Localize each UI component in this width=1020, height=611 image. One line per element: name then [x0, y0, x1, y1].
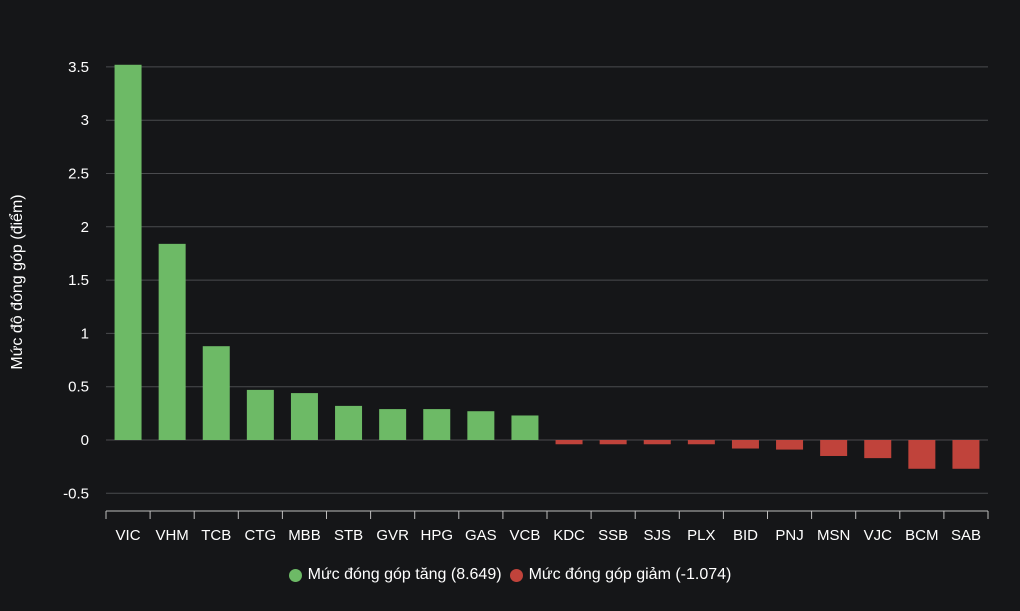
bar-ctg[interactable] [246, 389, 274, 440]
contribution-bar-chart: -0.5 0 0.5 1 1.5 2 2.5 3 3.5 VIC VHM TCB CTG MBB STB G… [8, 59, 989, 544]
bar-mbb[interactable] [290, 393, 318, 440]
y-tick-label: -0.5 [63, 485, 89, 502]
x-tick-label-gas: GAS [465, 527, 497, 544]
legend-label-decrease: Mức đóng góp giảm (-1.074) [528, 566, 732, 583]
y-tick-label: 3 [81, 112, 89, 129]
x-tick-label-vic: VIC [116, 527, 141, 544]
x-tick-label-ctg: CTG [245, 527, 277, 544]
bar-vic[interactable] [114, 64, 142, 440]
x-tick-label-msn: MSN [817, 527, 850, 544]
y-tick-label: 0.5 [68, 379, 89, 396]
bar-tcb[interactable] [202, 346, 230, 440]
bar-msn[interactable] [820, 440, 848, 456]
x-tick-label-sab: SAB [951, 527, 981, 544]
bar-kdc[interactable] [555, 440, 583, 445]
bar-sab[interactable] [952, 440, 980, 469]
legend-dot-decrease [509, 568, 523, 582]
y-axis-title: Mức độ đóng góp (điểm) [8, 194, 26, 369]
bar-sjs[interactable] [643, 440, 671, 445]
bar-pnj[interactable] [776, 440, 804, 450]
bar-bid[interactable] [731, 440, 759, 449]
x-tick-label-gvr: GVR [376, 527, 409, 544]
bars [114, 64, 980, 469]
x-tick-label-plx: PLX [687, 527, 715, 544]
bar-plx[interactable] [687, 440, 715, 445]
x-tick-labels: VIC VHM TCB CTG MBB STB GVR HPG GAS VCB KDC SSB SJS P… [116, 527, 981, 544]
bar-gvr[interactable] [379, 409, 407, 440]
legend-label-increase: Mức đóng góp tăng (8.649) [307, 566, 502, 583]
y-tick-label: 3.5 [68, 59, 89, 76]
legend: Mức đóng góp tăng (8.649) Mức đóng góp g… [0, 562, 1020, 588]
x-tick-label-mbb: MBB [288, 527, 321, 544]
y-tick-label: 2.5 [68, 166, 89, 183]
legend-item-increase[interactable]: Mức đóng góp tăng (8.649) [288, 566, 502, 584]
bar-vjc[interactable] [864, 440, 892, 459]
bar-vcb[interactable] [511, 415, 539, 440]
y-tick-label: 0 [81, 432, 89, 449]
y-tick-label: 1.5 [68, 272, 89, 289]
bar-gas[interactable] [467, 411, 495, 440]
legend-item-decrease[interactable]: Mức đóng góp giảm (-1.074) [509, 566, 732, 584]
bar-ssb[interactable] [599, 440, 627, 445]
bar-bcm[interactable] [908, 440, 936, 469]
x-tick-label-tcb: TCB [201, 527, 231, 544]
bar-vhm[interactable] [158, 243, 186, 440]
x-tick-label-vjc: VJC [864, 527, 893, 544]
legend-dot-increase [288, 568, 302, 582]
y-tick-label: 1 [81, 325, 89, 342]
y-grid [106, 66, 988, 494]
x-tick-label-hpg: HPG [420, 527, 453, 544]
bar-hpg[interactable] [423, 409, 451, 440]
y-tick-label: 2 [81, 219, 89, 236]
x-tick-label-pnj: PNJ [775, 527, 803, 544]
x-tick-label-ssb: SSB [598, 527, 628, 544]
x-tick-label-vcb: VCB [510, 527, 541, 544]
x-axis [105, 510, 989, 519]
bar-stb[interactable] [335, 405, 363, 440]
x-tick-label-kdc: KDC [553, 527, 585, 544]
y-tick-labels: -0.5 0 0.5 1 1.5 2 2.5 3 3.5 [63, 59, 89, 502]
x-tick-label-bcm: BCM [905, 527, 938, 544]
x-tick-label-sjs: SJS [643, 527, 671, 544]
x-tick-label-vhm: VHM [155, 527, 188, 544]
x-tick-label-stb: STB [334, 527, 363, 544]
x-tick-label-bid: BID [733, 527, 758, 544]
